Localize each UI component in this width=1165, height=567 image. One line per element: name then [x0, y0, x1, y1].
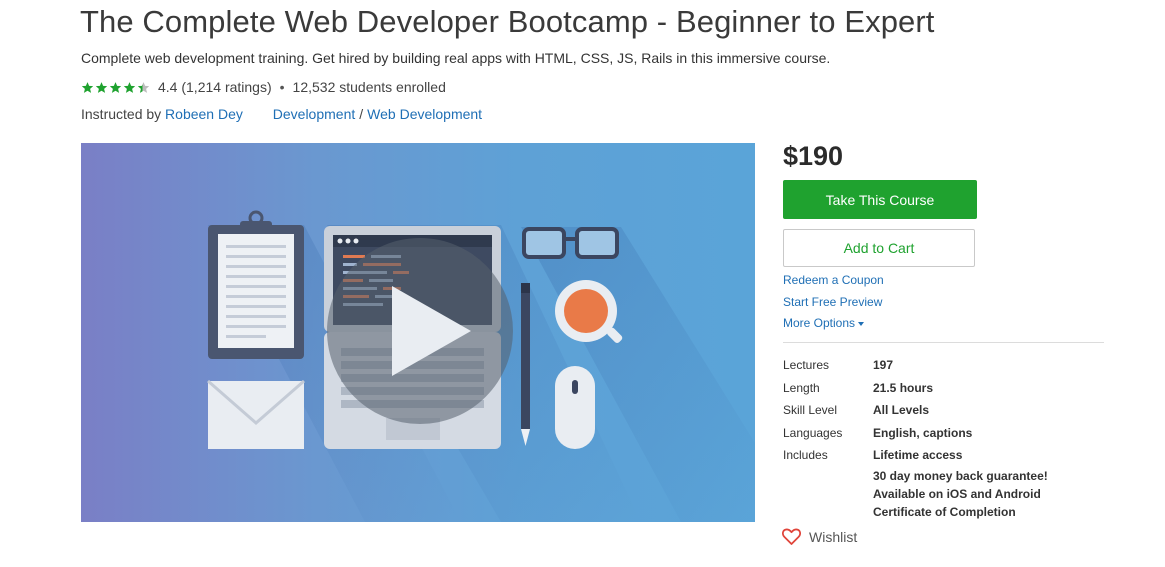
- clipboard-icon: [208, 210, 304, 359]
- detail-label: Length: [783, 380, 820, 395]
- detail-row-includes: Includes Lifetime access 30 day money ba…: [783, 444, 1048, 521]
- caret-down-icon: [858, 321, 865, 326]
- envelope-icon: [207, 379, 305, 449]
- detail-row-length: Length 21.5 hours: [783, 377, 1048, 400]
- course-subtitle: Complete web development training. Get h…: [81, 50, 831, 66]
- rating-text: 4.4 (1,214 ratings): [158, 79, 272, 95]
- detail-value: All Levels: [873, 403, 930, 417]
- star-icon: [95, 81, 108, 93]
- instructor-row: Instructed by Robeen Dey Development / Web…: [81, 106, 482, 122]
- include-item: 30 day money back guarantee!: [873, 468, 1048, 483]
- instructor-link[interactable]: Robeen Dey: [165, 106, 243, 122]
- course-title: The Complete Web Developer Bootcamp - Be…: [80, 4, 935, 39]
- detail-row-lectures: Lectures 197: [783, 354, 1048, 377]
- detail-value: 197: [873, 358, 894, 372]
- include-item: Certificate of Completion: [873, 504, 1016, 519]
- detail-label: Languages: [783, 425, 843, 440]
- detail-label: Skill Level: [783, 403, 838, 417]
- star-icon: [137, 81, 150, 93]
- pencil-icon: [521, 283, 530, 446]
- redeem-coupon-link[interactable]: Redeem a Coupon: [783, 273, 884, 287]
- subcategory-link[interactable]: Web Development: [367, 106, 482, 122]
- category-link[interactable]: Development: [273, 106, 356, 122]
- breadcrumb: Development / Web Development: [273, 106, 482, 122]
- free-preview-link[interactable]: Start Free Preview: [783, 295, 882, 309]
- breadcrumb-separator: /: [359, 106, 364, 122]
- course-preview-video[interactable]: [81, 143, 755, 522]
- include-item: Lifetime access: [873, 448, 963, 462]
- wishlist-label: Wishlist: [809, 528, 858, 545]
- wishlist-button[interactable]: Wishlist: [782, 528, 857, 545]
- detail-label: Includes: [783, 448, 828, 462]
- play-icon[interactable]: [327, 238, 513, 424]
- students-enrolled: 12,532 students enrolled: [292, 79, 446, 95]
- heart-icon: [782, 528, 801, 545]
- detail-row-skill-level: Skill Level All Levels: [783, 399, 1048, 422]
- include-item: Available on iOS and Android: [873, 486, 1041, 501]
- course-details: Lectures 197 Length 21.5 hours Skill Lev…: [783, 354, 1048, 521]
- mouse-icon: [555, 366, 595, 449]
- bullet-separator: •: [279, 79, 285, 95]
- take-this-course-button[interactable]: Take This Course: [783, 180, 977, 219]
- more-options-label: More Options: [783, 316, 856, 330]
- divider: [783, 342, 1104, 343]
- includes-list: Lifetime access 30 day money back guaran…: [873, 444, 1048, 521]
- add-to-cart-button[interactable]: Add to Cart: [783, 229, 975, 267]
- course-price: $190: [783, 141, 844, 171]
- detail-value: 21.5 hours: [873, 380, 934, 395]
- course-illustration: [207, 210, 755, 522]
- detail-value: English, captions: [873, 425, 973, 440]
- detail-label: Lectures: [783, 358, 830, 372]
- rating-stars: [81, 81, 150, 94]
- instructed-by-label: Instructed by: [81, 106, 162, 122]
- more-options-link[interactable]: More Options: [783, 316, 865, 330]
- star-icon: [123, 81, 136, 93]
- purchase-links: Redeem a Coupon Start Free Preview More …: [783, 272, 884, 337]
- detail-row-languages: Languages English, captions: [783, 422, 1048, 445]
- rating-row: 4.4 (1,214 ratings) • 12,532 students en…: [81, 78, 446, 96]
- star-icon: [81, 81, 94, 93]
- star-icon: [109, 81, 122, 93]
